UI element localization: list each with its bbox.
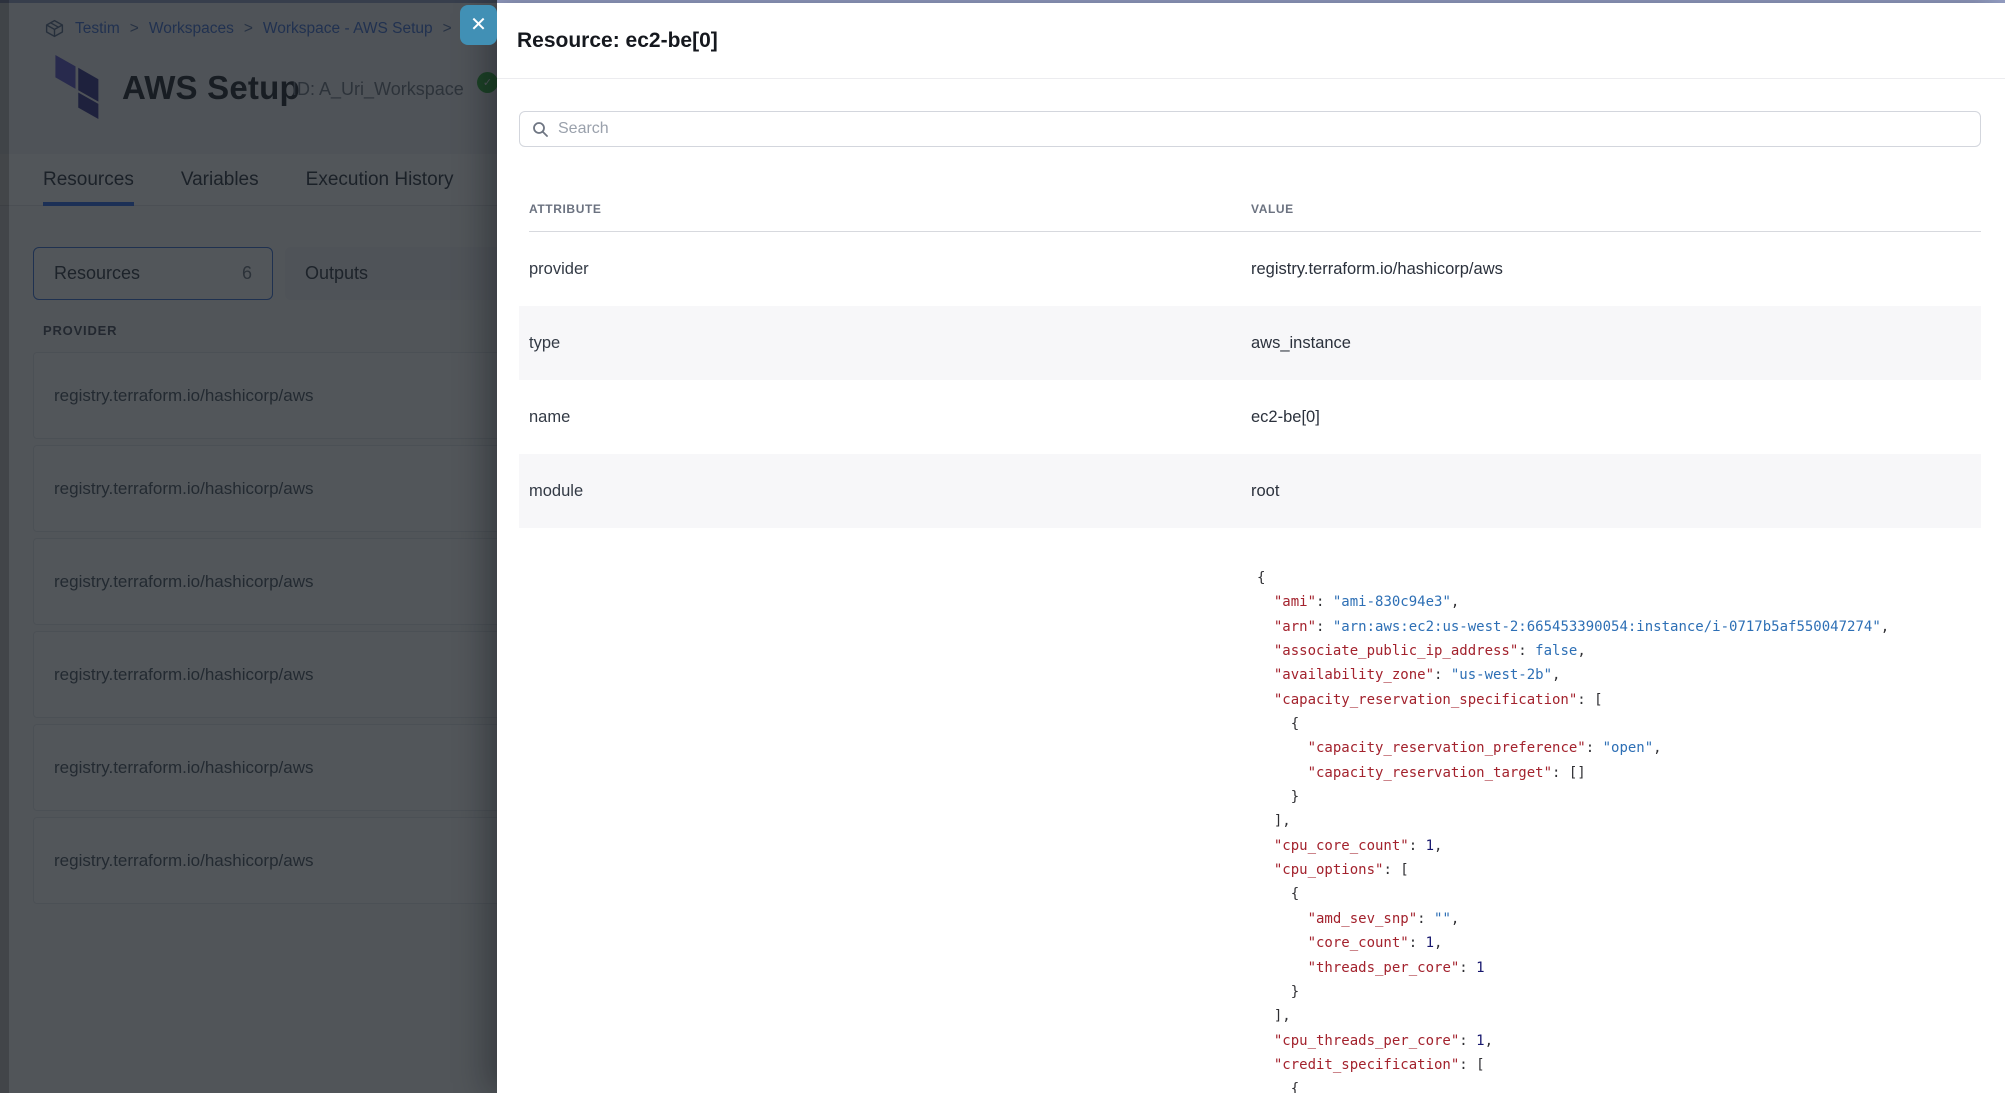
- column-header-value: VALUE: [1251, 202, 1981, 216]
- value-cell: root: [1251, 482, 1981, 501]
- attribute-table: ATTRIBUTE VALUE providerregistry.terrafo…: [519, 147, 1981, 1093]
- attribute-cell: module: [529, 482, 1251, 501]
- attribute-cell: type: [529, 334, 1251, 353]
- title-divider: [497, 78, 2005, 79]
- search-box: [519, 111, 1981, 147]
- table-row-name: nameec2-be[0]: [519, 380, 1981, 454]
- attributes-json-row: { "ami": "ami-830c94e3", "arn": "arn:aws…: [519, 528, 1981, 1093]
- value-cell: aws_instance: [1251, 334, 1981, 353]
- table-body: providerregistry.terraform.io/hashicorp/…: [519, 232, 1981, 528]
- drawer-title: Resource: ec2-be[0]: [517, 29, 1981, 53]
- close-button[interactable]: ✕: [460, 5, 497, 45]
- attribute-cell: name: [529, 408, 1251, 427]
- table-row-type: typeaws_instance: [519, 306, 1981, 380]
- table-row-provider: providerregistry.terraform.io/hashicorp/…: [519, 232, 1981, 306]
- attributes-json-code: { "ami": "ami-830c94e3", "arn": "arn:aws…: [1257, 566, 1981, 1093]
- attribute-cell: provider: [529, 260, 1251, 279]
- json-row-value-cell: { "ami": "ami-830c94e3", "arn": "arn:aws…: [1251, 528, 1981, 1093]
- search-input[interactable]: [558, 120, 1980, 138]
- app-root: Testim>Workspaces>Workspace - AWS Setup>…: [0, 0, 2005, 1093]
- value-cell: registry.terraform.io/hashicorp/aws: [1251, 260, 1981, 279]
- search-icon: [532, 121, 548, 137]
- column-header-attribute: ATTRIBUTE: [529, 202, 1251, 216]
- resource-detail-drawer: Resource: ec2-be[0] ATTRIBUTE VALUE prov…: [497, 3, 2005, 1093]
- modal-overlay[interactable]: [0, 0, 497, 1093]
- value-cell: ec2-be[0]: [1251, 408, 1981, 427]
- table-row-module: moduleroot: [519, 454, 1981, 528]
- close-icon: ✕: [470, 15, 487, 35]
- table-header: ATTRIBUTE VALUE: [519, 147, 1981, 232]
